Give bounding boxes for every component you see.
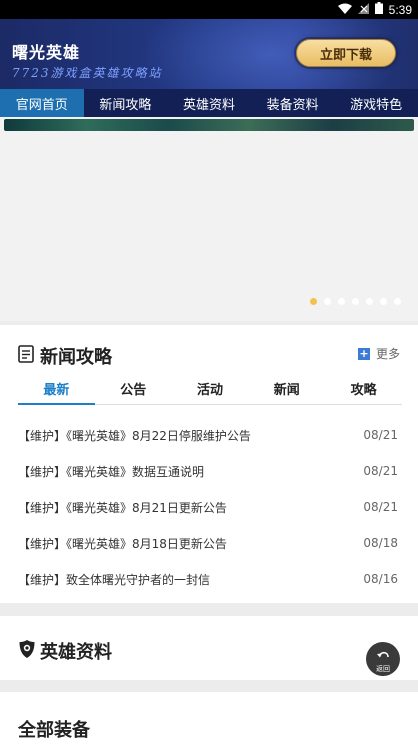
news-tabs: 最新 公告 活动 新闻 攻略	[18, 373, 402, 405]
news-item-title[interactable]: 【维护】《曙光英雄》数据互通说明	[18, 463, 204, 480]
news-list-item[interactable]: 【维护】《曙光英雄》8月18日更新公告 08/18	[18, 525, 398, 561]
document-icon	[18, 345, 34, 367]
news-list: 【维护】《曙光英雄》8月22日停服维护公告 08/21 【维护】《曙光英雄》数据…	[18, 417, 398, 597]
site-subtitle: 7723游戏盒英雄攻略站	[12, 66, 163, 80]
hero-header: 英雄资料	[18, 638, 112, 664]
nav-tab-home[interactable]: 官网首页	[0, 89, 84, 117]
news-list-item[interactable]: 【维护】《曙光英雄》8月22日停服维护公告 08/21	[18, 417, 398, 453]
carousel-indicators	[310, 298, 401, 305]
status-icons: 5:39	[337, 2, 412, 17]
more-label: 更多	[375, 347, 400, 361]
status-bar: 5:39	[0, 0, 418, 19]
back-button[interactable]: 返回	[366, 642, 400, 676]
news-section: 新闻攻略 + 更多 最新 公告 活动 新闻 攻略 【维护】《曙光英雄》8月22日…	[0, 325, 418, 603]
download-button[interactable]: 立即下载	[296, 39, 396, 67]
carousel-dot[interactable]	[338, 298, 345, 305]
nav-tab-news[interactable]: 新闻攻略	[84, 89, 168, 117]
news-list-item[interactable]: 【维护】《曙光英雄》8月21日更新公告 08/21	[18, 489, 398, 525]
news-more-link[interactable]: + 更多	[357, 345, 400, 362]
news-tab-news[interactable]: 新闻	[248, 373, 325, 404]
news-item-date: 08/21	[363, 464, 398, 478]
news-tab-latest[interactable]: 最新	[18, 373, 95, 405]
carousel-dot[interactable]	[394, 298, 401, 305]
equipment-section: 全部装备	[0, 692, 418, 744]
carousel-dot[interactable]	[380, 298, 387, 305]
news-item-date: 08/18	[363, 536, 398, 550]
section-divider	[0, 680, 418, 692]
banner-image[interactable]	[4, 119, 414, 131]
hero-section: 英雄资料	[0, 616, 418, 680]
section-divider	[0, 603, 418, 616]
hero-shield-icon	[18, 639, 36, 663]
nav-tab-equipment[interactable]: 装备资料	[251, 89, 335, 117]
news-list-item[interactable]: 【维护】《曙光英雄》数据互通说明 08/21	[18, 453, 398, 489]
banner-carousel[interactable]	[0, 117, 418, 321]
news-item-title[interactable]: 【维护】《曙光英雄》8月18日更新公告	[18, 535, 227, 552]
status-time: 5:39	[388, 2, 412, 17]
signal-icon	[357, 2, 369, 17]
equipment-section-title: 全部装备	[18, 720, 90, 741]
news-tab-announcements[interactable]: 公告	[95, 373, 172, 404]
news-header: 新闻攻略	[18, 343, 112, 369]
news-tab-guides[interactable]: 攻略	[325, 373, 402, 404]
news-item-title[interactable]: 【维护】《曙光英雄》8月21日更新公告	[18, 499, 227, 516]
back-arrow-icon	[376, 646, 390, 665]
nav-tab-heroes[interactable]: 英雄资料	[167, 89, 251, 117]
nav-tab-features[interactable]: 游戏特色	[334, 89, 418, 117]
back-button-label: 返回	[376, 664, 390, 673]
news-list-item[interactable]: 【维护】致全体曙光守护者的一封信 08/16	[18, 561, 398, 597]
news-item-date: 08/16	[363, 572, 398, 586]
main-nav: 官网首页 新闻攻略 英雄资料 装备资料 游戏特色	[0, 89, 418, 117]
plus-icon: +	[357, 346, 370, 360]
wifi-icon	[337, 3, 352, 17]
site-title: 曙光英雄	[12, 43, 81, 62]
battery-icon	[374, 2, 383, 17]
carousel-dot[interactable]	[324, 298, 331, 305]
news-item-date: 08/21	[363, 428, 398, 442]
news-item-title[interactable]: 【维护】致全体曙光守护者的一封信	[18, 571, 210, 588]
site-header: 曙光英雄 7723游戏盒英雄攻略站 立即下载	[0, 19, 418, 89]
carousel-dot[interactable]	[310, 298, 317, 305]
news-tab-events[interactable]: 活动	[172, 373, 249, 404]
carousel-dot[interactable]	[352, 298, 359, 305]
hero-section-title: 英雄资料	[40, 642, 112, 663]
news-item-title[interactable]: 【维护】《曙光英雄》8月22日停服维护公告	[18, 427, 251, 444]
news-item-date: 08/21	[363, 500, 398, 514]
carousel-dot[interactable]	[366, 298, 373, 305]
news-section-title: 新闻攻略	[40, 347, 112, 368]
